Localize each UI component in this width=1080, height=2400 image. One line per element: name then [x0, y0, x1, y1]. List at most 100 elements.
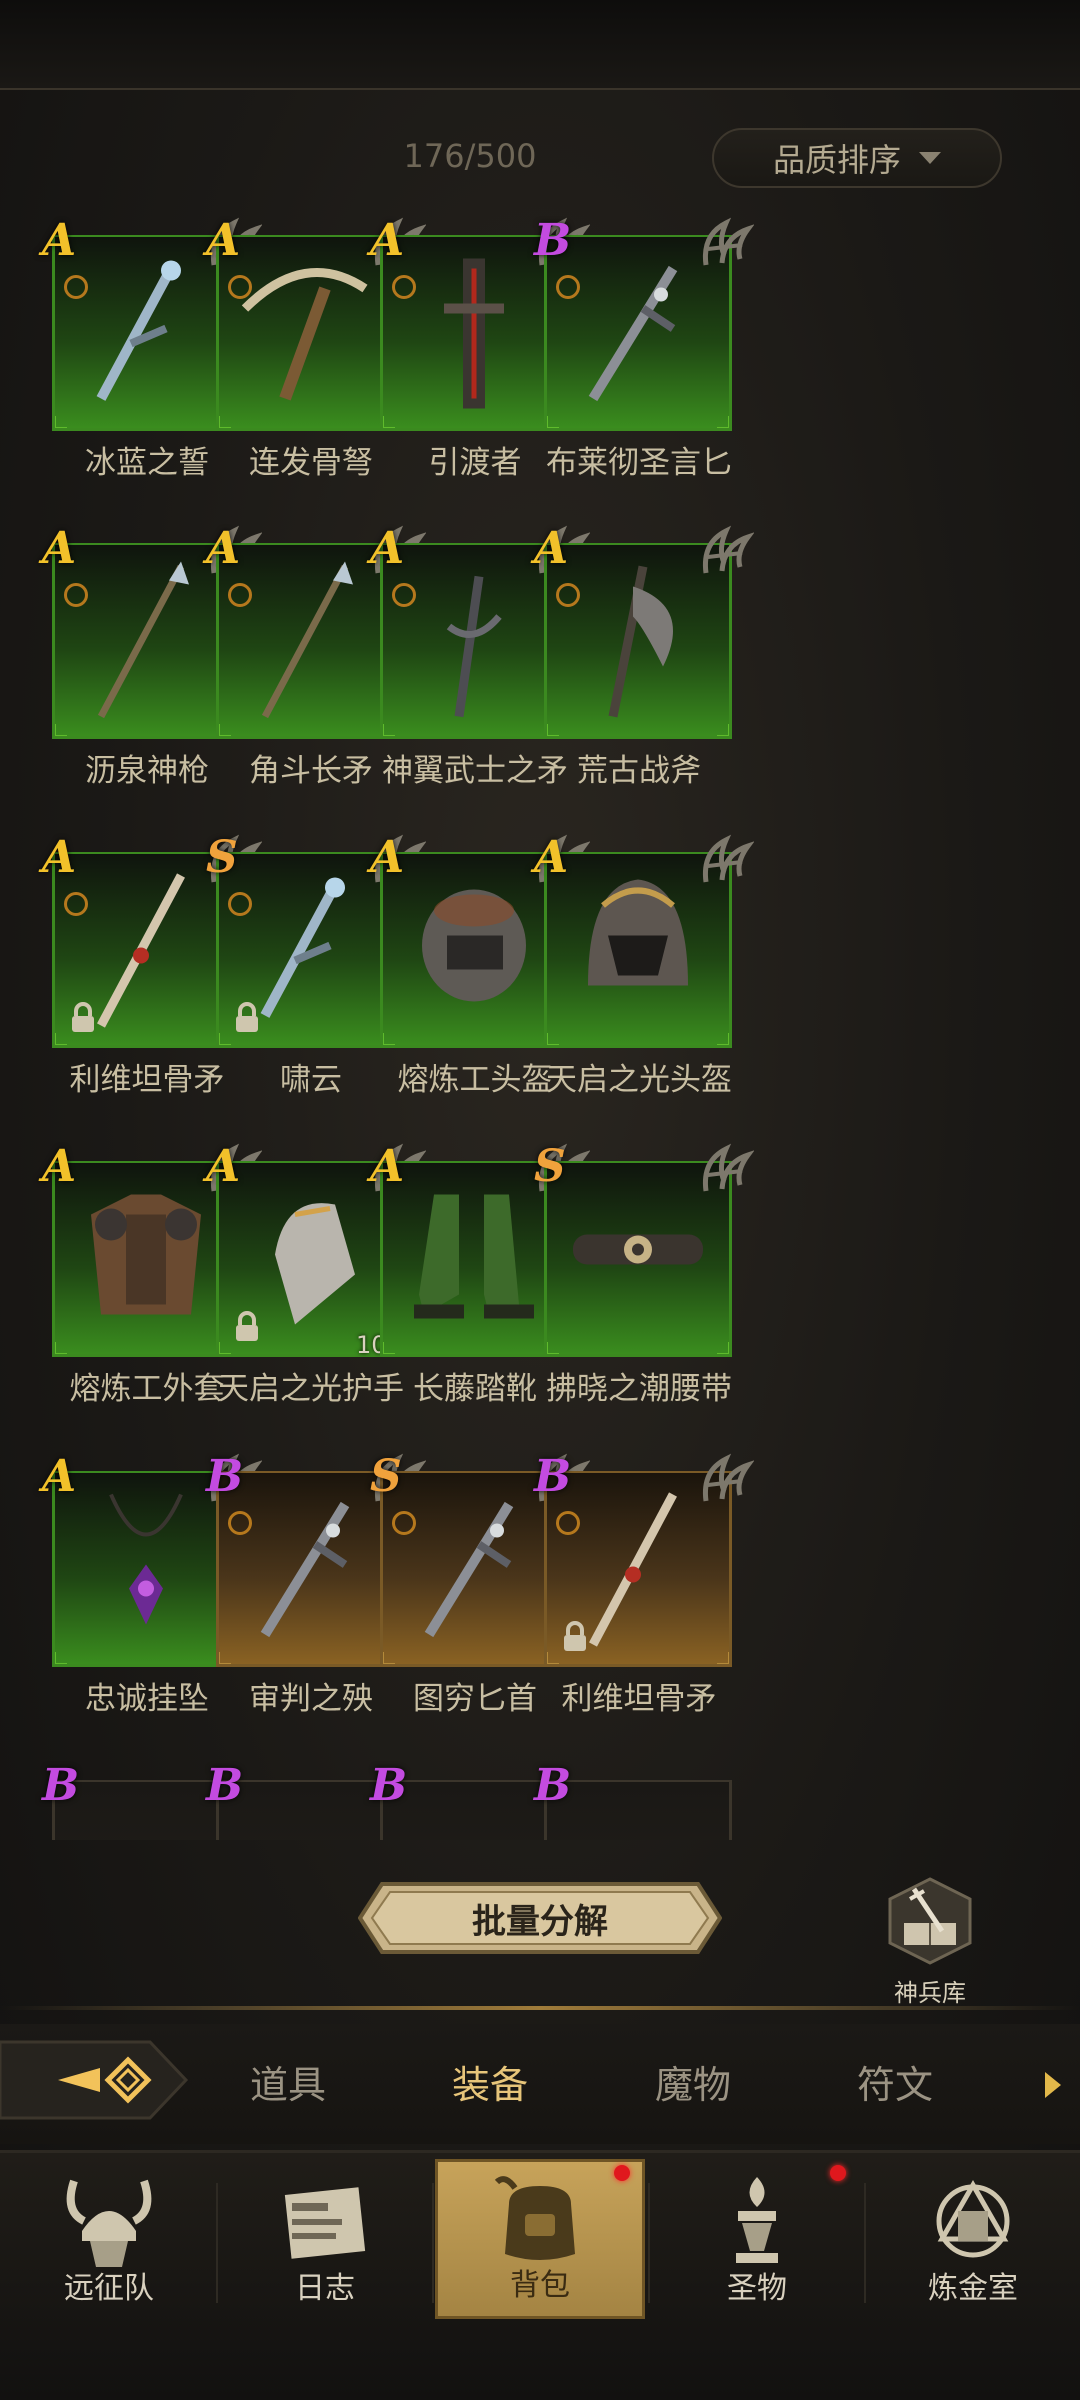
armory-book-icon	[888, 1877, 972, 1965]
card-corner	[383, 1652, 395, 1664]
grade-badge: A	[370, 1141, 405, 1192]
equipment-item[interactable]: B 利维坦骨矛	[524, 1451, 755, 1721]
item-helmet2-icon	[563, 865, 713, 1034]
equip-slot-ring-icon	[228, 275, 252, 299]
back-tab-button[interactable]	[0, 2032, 190, 2128]
grade-badge: A	[370, 832, 405, 883]
nav-alchemy[interactable]: 炼金室	[868, 2159, 1078, 2319]
equip-slot-ring-icon	[392, 583, 416, 607]
grade-badge: A	[42, 215, 77, 266]
card-corner	[717, 416, 729, 428]
nav-divider	[432, 2183, 434, 2303]
card-corner	[55, 724, 67, 736]
equip-slot-ring-icon	[64, 892, 88, 916]
tab-items[interactable]: 道具	[250, 2054, 326, 2109]
grade-badge: B	[534, 215, 572, 266]
card-corner	[717, 1342, 729, 1354]
card-corner	[717, 1652, 729, 1664]
nav-divider	[864, 2183, 866, 2303]
grade-badge: A	[42, 1141, 77, 1192]
equipment-item[interactable]: B 布莱彻圣言匕	[524, 215, 755, 485]
equip-slot-ring-icon	[64, 583, 88, 607]
backpack-icon	[494, 2176, 575, 2260]
horn-emblem-icon	[696, 215, 755, 277]
card-corner	[383, 1342, 395, 1354]
nav-relics-label: 圣物	[727, 2271, 787, 2306]
nav-relics[interactable]: 圣物	[652, 2159, 862, 2319]
grade-badge: A	[370, 523, 405, 574]
category-tabs: 道具 装备 魔物 符文	[0, 2024, 1080, 2144]
item-name: 天启之光头盔	[546, 1062, 732, 1098]
grade-badge: A	[534, 523, 569, 574]
grade-badge: S	[206, 832, 238, 883]
tab-equipment[interactable]: 装备	[452, 2054, 528, 2109]
item-name: 利维坦骨矛	[561, 1681, 717, 1717]
batch-decompose-label: 批量分解	[472, 1901, 608, 1942]
top-bar	[0, 0, 1080, 90]
alchemy-icon	[936, 2179, 1010, 2258]
next-arrow-icon[interactable]	[1045, 2072, 1061, 2098]
nav-expedition-label: 远征队	[64, 2271, 154, 2306]
lock-icon	[234, 1002, 260, 1038]
grade-badge: A	[370, 215, 405, 266]
card-corner	[219, 1033, 231, 1045]
lock-icon	[234, 1311, 260, 1347]
card-corner	[219, 1652, 231, 1664]
nav-backpack[interactable]: 背包	[435, 2159, 645, 2319]
equipment-item[interactable]: A 荒古战斧	[524, 523, 755, 793]
grade-badge: A	[42, 523, 77, 574]
card-corner	[547, 724, 559, 736]
item-dagger-icon	[563, 248, 713, 417]
horn-emblem-icon	[696, 523, 755, 585]
equip-slot-ring-icon	[228, 1511, 252, 1535]
card-corner	[55, 1342, 67, 1354]
card-corner	[55, 1652, 67, 1664]
horn-emblem-icon	[696, 1141, 755, 1203]
equipment-item[interactable]: B	[524, 1760, 754, 1840]
nav-journal[interactable]: 日志	[220, 2159, 430, 2319]
bottom-nav: 远征队 日志 背包 圣物 炼金室	[0, 2150, 1080, 2400]
card-corner	[55, 416, 67, 428]
batch-decompose-button[interactable]: 批量分解	[358, 1878, 722, 1958]
grade-badge: B	[534, 1760, 572, 1811]
armory-button[interactable]: 神兵库	[880, 1875, 980, 2007]
item-name: 荒古战斧	[577, 753, 701, 789]
item-card	[544, 1780, 732, 1840]
card-corner	[219, 724, 231, 736]
equip-slot-ring-icon	[392, 275, 416, 299]
lock-icon	[70, 1002, 96, 1038]
tab-runes[interactable]: 符文	[857, 2054, 933, 2109]
relics-notification-dot	[830, 2165, 846, 2181]
card-corner	[717, 1033, 729, 1045]
scroll-icon	[284, 2187, 366, 2259]
card-corner	[383, 724, 395, 736]
nav-backpack-label: 背包	[510, 2268, 570, 2303]
equipment-item[interactable]: A 天启之光头盔	[524, 832, 755, 1102]
nav-expedition[interactable]: 远征队	[4, 2159, 214, 2319]
lock-icon	[562, 1621, 588, 1657]
nav-divider	[648, 2183, 650, 2303]
tab-monsters[interactable]: 魔物	[655, 2054, 731, 2109]
divider	[0, 2006, 1080, 2010]
grade-badge: A	[534, 832, 569, 883]
grade-badge: A	[206, 523, 241, 574]
grade-badge: B	[206, 1451, 244, 1502]
sort-dropdown[interactable]: 品质排序	[712, 128, 1002, 188]
equipment-item[interactable]: S 拂晓之潮腰带	[524, 1141, 755, 1411]
card-corner	[547, 1652, 559, 1664]
card-corner	[219, 1342, 231, 1354]
equip-slot-ring-icon	[556, 583, 580, 607]
inventory-capacity: 176/500	[403, 137, 537, 175]
card-corner	[383, 1033, 395, 1045]
grade-badge: B	[370, 1760, 408, 1811]
chevron-down-icon	[919, 152, 941, 164]
armory-label: 神兵库	[894, 1979, 966, 2007]
card-corner	[717, 724, 729, 736]
relic-icon	[736, 2177, 778, 2263]
item-name: 布莱彻圣言匕	[546, 445, 732, 481]
grade-badge: B	[206, 1760, 244, 1811]
horn-emblem-icon	[696, 1451, 755, 1513]
equip-slot-ring-icon	[64, 275, 88, 299]
sort-label: 品质排序	[772, 141, 901, 179]
equip-slot-ring-icon	[228, 583, 252, 607]
